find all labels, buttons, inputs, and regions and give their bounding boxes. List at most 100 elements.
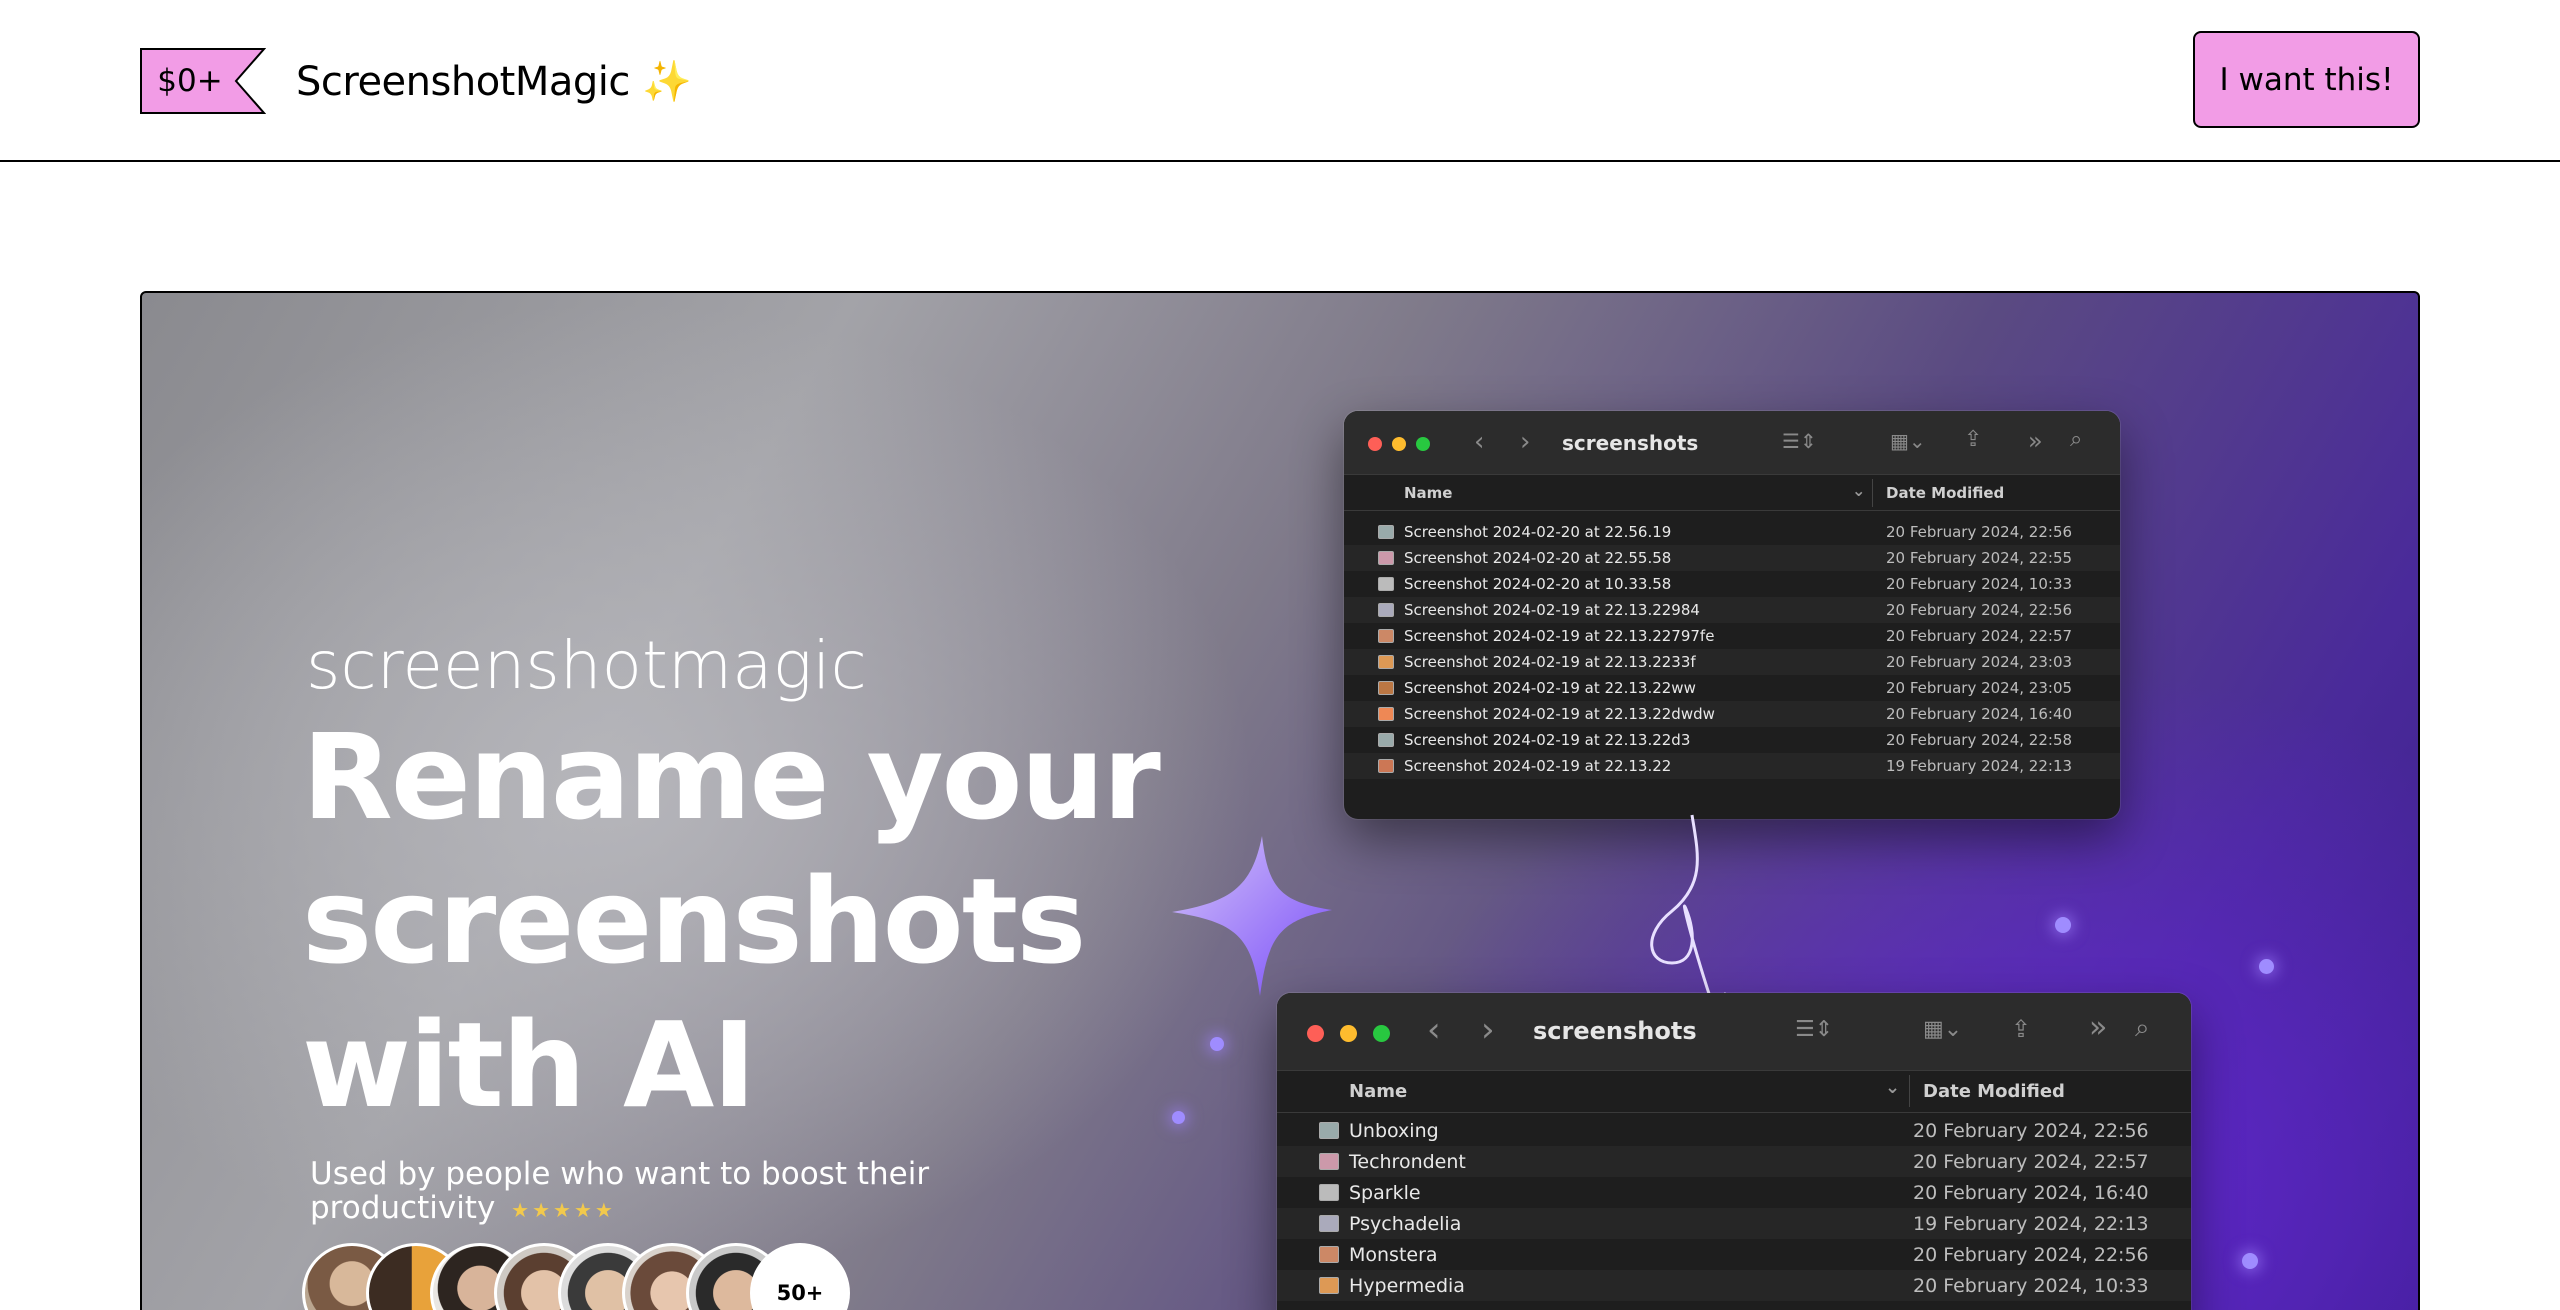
hero-title-line: screenshots bbox=[302, 852, 1086, 990]
zoom-button[interactable] bbox=[1373, 1025, 1390, 1042]
file-date: 20 February 2024, 22:56 bbox=[1913, 1120, 2149, 1142]
file-date: 19 February 2024, 22:13 bbox=[1913, 1213, 2149, 1235]
file-date: 20 February 2024, 10:33 bbox=[1913, 1275, 2149, 1297]
site-header: $0+ ScreenshotMagic ✨ I want this! bbox=[0, 0, 2560, 162]
hero-title-line: Rename your bbox=[302, 708, 1161, 846]
minimize-button[interactable] bbox=[1392, 437, 1406, 451]
glow-dot bbox=[2242, 1253, 2258, 1269]
image-file-icon bbox=[1378, 551, 1394, 565]
file-name: Monstera bbox=[1349, 1244, 1438, 1266]
glow-dot bbox=[2259, 959, 2274, 974]
file-row[interactable]: Screenshot 2024-02-19 at 22.13.22ww 20 Fe… bbox=[1344, 675, 2120, 701]
finder-window-before: ‹ › screenshots ☰⇕ ▦⌄ ⇪ » ⌕ Name ⌄ Date … bbox=[1344, 411, 2120, 819]
finder-window-after: ‹ › screenshots ☰⇕ ▦⌄ ⇪ » ⌕ Name ⌄ Date … bbox=[1277, 993, 2191, 1310]
column-date[interactable]: Date Modified bbox=[1886, 484, 2004, 502]
image-file-icon bbox=[1378, 707, 1394, 721]
file-date: 20 February 2024, 22:56 bbox=[1913, 1244, 2149, 1266]
grid-view-icon[interactable]: ▦⌄ bbox=[1890, 431, 1926, 451]
brand-text: ScreenshotMagic bbox=[296, 59, 630, 105]
back-icon[interactable]: ‹ bbox=[1427, 1013, 1441, 1047]
image-file-icon bbox=[1378, 525, 1394, 539]
file-name: Psychadelia bbox=[1349, 1213, 1462, 1235]
hero-subtitle-text: Used by people who want to boost their p… bbox=[310, 1156, 930, 1226]
file-date: 20 February 2024, 22:55 bbox=[1886, 549, 2073, 567]
share-icon[interactable]: ⇪ bbox=[1964, 429, 1982, 451]
file-name: Screenshot 2024-02-19 at 22.13.22ww bbox=[1404, 679, 1696, 697]
file-row[interactable]: Monstera 20 February 2024, 22:56 bbox=[1277, 1239, 2191, 1270]
forward-icon[interactable]: › bbox=[1520, 429, 1530, 455]
file-date: 20 February 2024, 16:40 bbox=[1886, 705, 2073, 723]
file-date: 19 February 2024, 22:13 bbox=[1886, 757, 2073, 775]
i-want-this-button[interactable]: I want this! bbox=[2193, 31, 2420, 128]
column-header: Name ⌄ Date Modified bbox=[1277, 1071, 2191, 1113]
file-row[interactable]: Screenshot 2024-02-20 at 22.55.58 20 Febr… bbox=[1344, 545, 2120, 571]
more-icon[interactable]: » bbox=[2089, 1013, 2107, 1043]
file-date: 20 February 2024, 10:33 bbox=[1886, 575, 2073, 593]
file-row[interactable]: Screenshot 2024-02-19 at 22.13.22 19 Febr… bbox=[1344, 753, 2120, 779]
file-row[interactable]: Unboxing 20 February 2024, 22:56 bbox=[1277, 1115, 2191, 1146]
brand-name[interactable]: ScreenshotMagic ✨ bbox=[296, 52, 692, 112]
file-row[interactable]: Screenshot 2024-02-19 at 22.13.2233f 20 F… bbox=[1344, 649, 2120, 675]
glow-dot bbox=[2055, 917, 2071, 933]
column-date[interactable]: Date Modified bbox=[1923, 1081, 2065, 1102]
close-button[interactable] bbox=[1307, 1025, 1324, 1042]
hero-image: screenshotmagic Rename your screenshots … bbox=[140, 291, 2420, 1310]
zoom-button[interactable] bbox=[1416, 437, 1430, 451]
file-date: 20 February 2024, 16:40 bbox=[1913, 1182, 2149, 1204]
file-date: 20 February 2024, 22:57 bbox=[1913, 1151, 2149, 1173]
list-view-icon[interactable]: ☰⇕ bbox=[1795, 1019, 1833, 1041]
column-separator bbox=[1909, 1075, 1910, 1107]
sparkle-icon bbox=[1172, 836, 1332, 996]
glow-dot bbox=[1210, 1037, 1224, 1051]
file-date: 20 February 2024, 22:58 bbox=[1886, 731, 2073, 749]
finder-toolbar: ‹ › screenshots ☰⇕ ▦⌄ ⇪ » ⌕ bbox=[1277, 993, 2191, 1071]
column-separator bbox=[1872, 479, 1873, 507]
file-row[interactable]: Screenshot 2024-02-19 at 22.13.22984 20 F… bbox=[1344, 597, 2120, 623]
image-file-icon bbox=[1378, 759, 1394, 773]
file-date: 20 February 2024, 23:05 bbox=[1886, 679, 2073, 697]
column-name[interactable]: Name bbox=[1404, 484, 1452, 502]
file-name: Screenshot 2024-02-19 at 22.13.2233f bbox=[1404, 653, 1696, 671]
more-icon[interactable]: » bbox=[2028, 429, 2043, 453]
grid-view-icon[interactable]: ▦⌄ bbox=[1923, 1019, 1962, 1041]
window-controls bbox=[1368, 437, 1430, 451]
file-name: Screenshot 2024-02-19 at 22.13.22dwdw bbox=[1404, 705, 1715, 723]
column-name[interactable]: Name bbox=[1349, 1081, 1407, 1102]
list-view-icon[interactable]: ☰⇕ bbox=[1782, 431, 1817, 451]
finder-toolbar: ‹ › screenshots ☰⇕ ▦⌄ ⇪ » ⌕ bbox=[1344, 411, 2120, 475]
image-file-icon bbox=[1378, 603, 1394, 617]
minimize-button[interactable] bbox=[1340, 1025, 1357, 1042]
file-row[interactable]: Hypermedia 20 February 2024, 10:33 bbox=[1277, 1270, 2191, 1301]
file-date: 20 February 2024, 22:56 bbox=[1886, 601, 2073, 619]
avatar-stack: 50+ bbox=[302, 1243, 862, 1310]
file-row[interactable]: Screenshot 2024-02-19 at 22.13.22dwdw 20 … bbox=[1344, 701, 2120, 727]
price-tag[interactable]: $0+ bbox=[140, 48, 266, 114]
forward-icon[interactable]: › bbox=[1481, 1013, 1495, 1047]
close-button[interactable] bbox=[1368, 437, 1382, 451]
file-row[interactable]: Screenshot 2024-02-20 at 22.56.19 20 Febr… bbox=[1344, 519, 2120, 545]
search-icon[interactable]: ⌕ bbox=[2070, 429, 2082, 451]
file-name: Screenshot 2024-02-19 at 22.13.22984 bbox=[1404, 601, 1700, 619]
file-row[interactable]: Psychadelia 19 February 2024, 22:13 bbox=[1277, 1208, 2191, 1239]
hero-title-line: with AI bbox=[302, 996, 756, 1134]
file-name: Screenshot 2024-02-20 at 22.56.19 bbox=[1404, 523, 1672, 541]
search-icon[interactable]: ⌕ bbox=[2135, 1015, 2150, 1041]
file-row[interactable]: Screenshot 2024-02-19 at 22.13.22797fe 20… bbox=[1344, 623, 2120, 649]
file-name: Techrondent bbox=[1349, 1151, 1466, 1173]
share-icon[interactable]: ⇪ bbox=[2011, 1017, 2031, 1041]
hero-title: Rename your screenshots with AI bbox=[302, 705, 1202, 1137]
image-file-icon bbox=[1319, 1277, 1339, 1294]
file-name: Screenshot 2024-02-20 at 22.55.58 bbox=[1404, 549, 1672, 567]
file-name: Unboxing bbox=[1349, 1120, 1439, 1142]
column-header: Name ⌄ Date Modified bbox=[1344, 475, 2120, 511]
back-icon[interactable]: ‹ bbox=[1474, 429, 1484, 455]
file-row[interactable]: Techrondent 20 February 2024, 22:57 bbox=[1277, 1146, 2191, 1177]
file-row[interactable]: Screenshot 2024-02-20 at 10.33.58 20 Febr… bbox=[1344, 571, 2120, 597]
image-file-icon bbox=[1378, 681, 1394, 695]
file-name: Screenshot 2024-02-19 at 22.13.22797fe bbox=[1404, 627, 1715, 645]
sparkles-icon: ✨ bbox=[642, 59, 692, 105]
file-row[interactable]: Sparkle 20 February 2024, 16:40 bbox=[1277, 1177, 2191, 1208]
file-row[interactable]: Screenshot 2024-02-19 at 22.13.22d3 20 Fe… bbox=[1344, 727, 2120, 753]
hero-subtitle: Used by people who want to boost their p… bbox=[310, 1157, 950, 1227]
file-date: 20 February 2024, 22:56 bbox=[1886, 523, 2073, 541]
